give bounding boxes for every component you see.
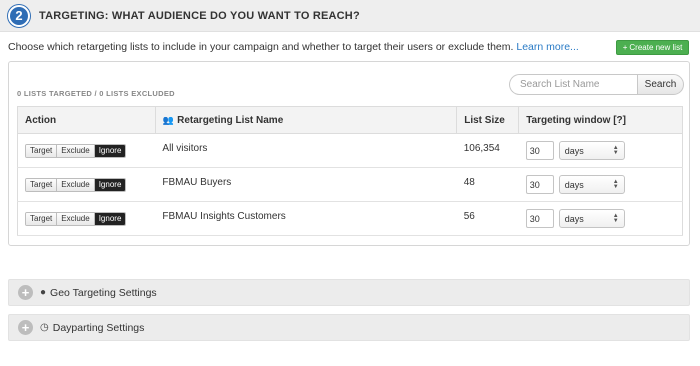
window-unit-select[interactable]: days ▲ ▼	[558, 141, 625, 160]
exclude-button[interactable]: Exclude	[57, 144, 95, 157]
column-header-name-label: Retargeting List Name	[177, 114, 284, 126]
targeting-window-cell: 30 days ▲ ▼	[518, 133, 683, 168]
geo-targeting-label: Geo Targeting Settings	[50, 286, 157, 299]
select-arrows-icon: ▲ ▼	[612, 144, 619, 156]
geo-targeting-accordion[interactable]: + ● Geo Targeting Settings	[8, 279, 690, 306]
list-name: FBMAU Buyers	[155, 167, 457, 202]
step-number-badge: 2	[8, 4, 30, 27]
exclude-button[interactable]: Exclude	[57, 212, 95, 225]
select-arrows-icon: ▲ ▼	[612, 178, 619, 190]
action-cell: Target Exclude Ignore	[17, 133, 156, 168]
globe-icon: ●	[40, 287, 47, 298]
targeting-window-cell: 30 days ▲ ▼	[518, 201, 683, 236]
expand-plus-icon[interactable]: +	[18, 320, 33, 335]
action-toggle-group: Target Exclude Ignore	[25, 177, 127, 192]
intro-description: Choose which retargeting lists to includ…	[8, 41, 514, 53]
window-unit-value: days	[564, 179, 584, 190]
ignore-button[interactable]: Ignore	[94, 178, 126, 191]
list-size: 106,354	[456, 133, 519, 168]
window-unit-select[interactable]: days ▲ ▼	[558, 209, 625, 228]
search-bar: Search	[509, 74, 684, 95]
learn-more-link[interactable]: Learn more...	[516, 41, 578, 53]
window-value-input[interactable]: 30	[525, 209, 554, 228]
search-button[interactable]: Search	[637, 74, 684, 95]
window-value-input[interactable]: 30	[525, 141, 554, 160]
select-arrows-icon: ▲ ▼	[612, 212, 619, 224]
table-header-row: Action 👥 Retargeting List Name List Size …	[17, 106, 683, 134]
search-input[interactable]	[509, 74, 637, 95]
column-header-name: 👥 Retargeting List Name	[154, 106, 458, 134]
lists-count-summary: 0 LISTS TARGETED / 0 LISTS EXCLUDED	[17, 89, 175, 98]
target-button[interactable]: Target	[26, 144, 58, 157]
dayparting-accordion[interactable]: + ◷ Dayparting Settings	[8, 314, 690, 341]
column-header-action: Action	[17, 106, 156, 134]
action-cell: Target Exclude Ignore	[17, 167, 156, 202]
intro-text: Choose which retargeting lists to includ…	[8, 41, 579, 53]
window-unit-value: days	[564, 213, 584, 224]
exclude-button[interactable]: Exclude	[57, 178, 95, 191]
target-button[interactable]: Target	[26, 212, 58, 225]
ignore-button[interactable]: Ignore	[94, 144, 126, 157]
users-icon: 👥	[162, 114, 175, 125]
expand-plus-icon[interactable]: +	[18, 285, 33, 300]
action-toggle-group: Target Exclude Ignore	[25, 143, 127, 158]
retargeting-lists-table: Action 👥 Retargeting List Name List Size …	[17, 106, 683, 236]
target-button[interactable]: Target	[26, 178, 58, 191]
window-value-input[interactable]: 30	[525, 175, 554, 194]
action-cell: Target Exclude Ignore	[17, 201, 156, 236]
ignore-button[interactable]: Ignore	[94, 212, 126, 225]
plus-icon: +	[622, 43, 628, 52]
table-row: Target Exclude Ignore FBMAU Insights Cus…	[17, 201, 683, 236]
targeting-window-cell: 30 days ▲ ▼	[518, 167, 683, 202]
retargeting-lists-panel: 0 LISTS TARGETED / 0 LISTS EXCLUDED Sear…	[8, 61, 690, 246]
list-size: 48	[456, 167, 519, 202]
list-size: 56	[456, 201, 519, 236]
clock-icon: ◷	[40, 322, 49, 333]
window-unit-value: days	[564, 145, 584, 156]
list-name: All visitors	[155, 133, 457, 168]
column-header-size: List Size	[456, 106, 520, 134]
column-header-window[interactable]: Targeting window [?]	[518, 106, 683, 134]
section-title: TARGETING: WHAT AUDIENCE DO YOU WANT TO …	[39, 9, 360, 22]
dayparting-label: Dayparting Settings	[52, 321, 145, 334]
create-new-list-button[interactable]: + Create new list	[616, 40, 689, 55]
table-row: Target Exclude Ignore FBMAU Buyers 48 30…	[17, 167, 683, 202]
action-toggle-group: Target Exclude Ignore	[25, 211, 127, 226]
table-row: Target Exclude Ignore All visitors 106,3…	[17, 133, 683, 168]
list-name: FBMAU Insights Customers	[155, 201, 457, 236]
window-unit-select[interactable]: days ▲ ▼	[558, 175, 625, 194]
create-new-list-label: Create new list	[629, 43, 683, 52]
section-header: 2 TARGETING: WHAT AUDIENCE DO YOU WANT T…	[0, 0, 700, 32]
